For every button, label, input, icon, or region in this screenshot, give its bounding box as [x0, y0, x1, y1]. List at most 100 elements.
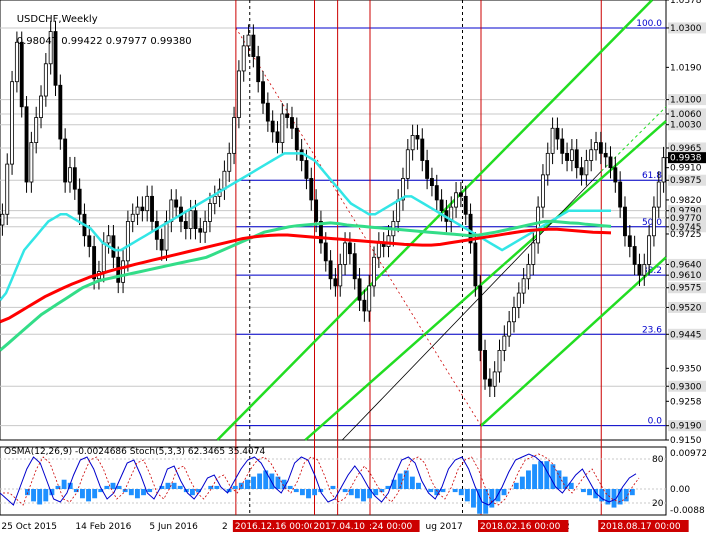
osma-bar: [409, 476, 415, 489]
candle-body: [352, 253, 357, 280]
candle-body: [497, 350, 502, 373]
osma-bar: [177, 485, 183, 489]
price-tick-label: 0.9445: [670, 330, 702, 340]
candle-body: [111, 235, 116, 258]
candle-body: [492, 371, 497, 387]
candle-body: [72, 167, 77, 190]
candle-body: [439, 199, 444, 212]
candle-body: [135, 206, 140, 215]
stoch-signal-line: [3, 453, 640, 506]
osma-bar: [79, 489, 85, 499]
candle-body: [656, 181, 661, 208]
candle-body: [516, 292, 521, 308]
osma-bar: [471, 489, 476, 508]
osma-bar: [128, 489, 134, 496]
candle-body: [608, 156, 613, 169]
channel-upper-line: [216, 0, 654, 441]
candle-body: [651, 206, 656, 237]
candle-body: [280, 113, 285, 144]
candle-body: [376, 242, 381, 258]
osma-bar: [31, 489, 36, 502]
osma-bar: [37, 489, 43, 505]
candle-body: [425, 160, 430, 179]
candle-body: [338, 264, 343, 287]
price-tick-label: 0.9520: [670, 303, 702, 313]
candle-body: [579, 167, 584, 176]
candle-body: [304, 160, 309, 179]
candle-body: [550, 127, 555, 154]
candle-body: [222, 170, 227, 190]
candle-body: [328, 260, 333, 280]
chart-header: USDCHF,Weekly 0.98047 0.99422 0.97977 0.…: [4, 3, 192, 58]
osma-bar: [43, 489, 49, 502]
candle-body: [207, 203, 212, 222]
osma-bar: [581, 489, 586, 493]
x-axis-label: 14 Feb 2016: [75, 522, 131, 532]
price-tick-label: 1.0060: [670, 110, 702, 120]
x-axis-label: 5 Jun 2016: [149, 522, 198, 532]
candle-body: [227, 152, 232, 172]
osma-bar: [134, 489, 140, 499]
candle-body: [159, 238, 164, 251]
candle-body: [347, 242, 352, 255]
candle-body: [63, 138, 68, 183]
candle-body: [68, 167, 72, 183]
candle-body: [560, 138, 565, 154]
price-tick-label: 0.9350: [670, 364, 702, 374]
candle-body: [386, 235, 391, 247]
candle-body: [0, 213, 5, 226]
osma-bar: [312, 489, 318, 496]
candle-body: [512, 307, 516, 323]
candle-body: [270, 120, 275, 133]
x-axis-label: 2: [222, 522, 228, 532]
candle-body: [478, 285, 483, 351]
candle-body: [309, 178, 314, 201]
candle-body: [150, 195, 154, 222]
osma-bar: [251, 476, 256, 489]
osma-bar: [330, 485, 336, 489]
osma-bar: [348, 489, 354, 496]
candle-body: [333, 278, 338, 287]
current-price-label: 0.9938: [670, 154, 702, 164]
candle-body: [429, 178, 434, 187]
price-tick-label: 1.0100: [670, 96, 702, 106]
oscillator-title: OSMA(12,26,9) -0.0024686 Stoch(5,3,3) 62…: [4, 447, 266, 457]
price-tick-label: 0.9190: [670, 422, 702, 432]
osma-bar: [232, 485, 238, 489]
osma-bar: [526, 470, 531, 489]
candle-body: [642, 264, 647, 276]
candle-body: [415, 135, 420, 140]
osc-axis-top: 0.0097212: [670, 449, 706, 459]
price-tick-label: 0.9610: [670, 271, 702, 281]
x-axis-label: 25 Oct 2015: [1, 522, 57, 532]
candle-body: [531, 242, 536, 265]
candle-body: [502, 335, 507, 351]
x-axis-label: ug 2017: [426, 522, 463, 532]
candle-body: [87, 235, 92, 247]
candle-body: [458, 192, 463, 197]
candle-body: [193, 210, 198, 229]
osc-axis-bottom: -0.0088: [670, 506, 705, 516]
candle-body: [174, 199, 179, 208]
osma-bar: [440, 489, 446, 493]
candle-body: [618, 181, 623, 208]
candle-body: [405, 149, 410, 179]
candle-body: [483, 350, 487, 380]
candle-body: [536, 206, 541, 244]
candle-body: [121, 260, 126, 283]
candle-body: [627, 235, 632, 247]
candle-body: [29, 142, 34, 183]
candle-body: [410, 135, 415, 151]
osma-bar: [538, 461, 544, 489]
price-panel-frame: [0, 0, 667, 441]
price-tick-label: 0.9875: [670, 176, 702, 186]
date-tag-label: :24 00:00: [369, 522, 413, 532]
candle-body: [198, 228, 203, 233]
fib-level-label: 0.0: [648, 417, 663, 427]
osma-bar: [73, 489, 79, 493]
candle-body: [565, 152, 570, 161]
osc-axis-zero: 0.00: [670, 485, 690, 495]
price-tick-label: 0.9725: [670, 230, 702, 240]
price-tick-label: 1.0378: [670, 0, 702, 6]
candle-body: [285, 113, 290, 118]
